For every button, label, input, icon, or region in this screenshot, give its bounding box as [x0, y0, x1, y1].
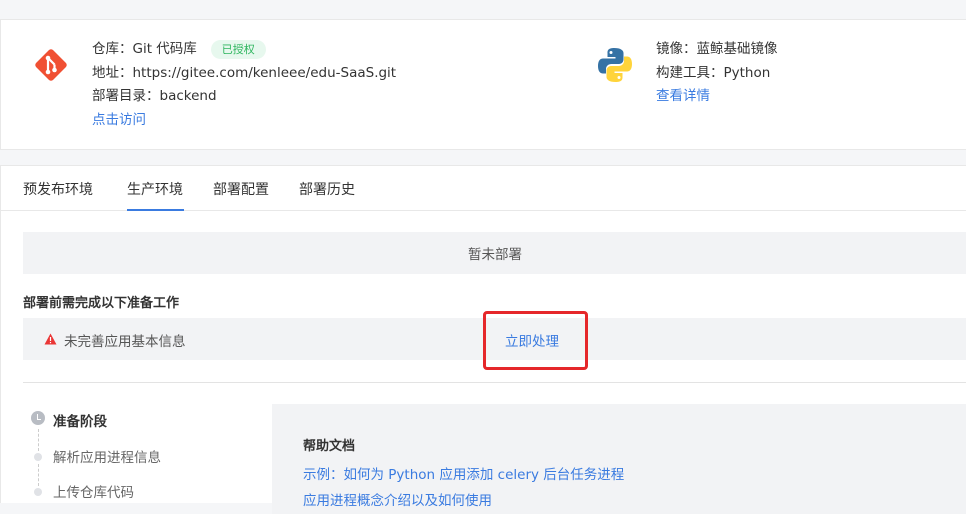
deploy-status-bar: 暂未部署 — [23, 232, 966, 274]
python-icon — [598, 48, 632, 82]
repo-info: 仓库：Git 代码库 已授权 地址：https://gitee.com/kenl… — [92, 38, 396, 132]
deploy-card: 预发布环境 生产环境 部署配置 部署历史 暂未部署 部署前需完成以下准备工作 未… — [0, 165, 966, 514]
help-link-process-concept[interactable]: 应用进程概念介绍以及如何使用 — [303, 489, 492, 509]
step-dot — [34, 488, 42, 496]
image-info: 镜像：蓝鲸基础镜像 构建工具：Python 查看详情 — [656, 38, 778, 109]
tab-deploy-config[interactable]: 部署配置 — [213, 179, 269, 199]
tab-staging[interactable]: 预发布环境 — [23, 179, 93, 199]
tab-deploy-history[interactable]: 部署历史 — [299, 179, 355, 199]
mirror-label: 镜像：蓝鲸基础镜像 — [656, 41, 778, 57]
repo-label: 仓库：Git 代码库 — [92, 41, 197, 57]
git-icon — [35, 49, 67, 81]
deploy-status-text: 暂未部署 — [468, 247, 522, 263]
help-title: 帮助文档 — [303, 439, 356, 454]
view-details-link[interactable]: 查看详情 — [656, 85, 778, 109]
help-panel: 帮助文档 示例：如何为 Python 应用添加 celery 后台任务进程 应用… — [272, 404, 966, 514]
prep-title: 部署前需完成以下准备工作 — [23, 296, 180, 311]
help-link-celery[interactable]: 示例：如何为 Python 应用添加 celery 后台任务进程 — [303, 463, 624, 483]
stage-title: 准备阶段 — [53, 414, 107, 430]
app-source-card: 仓库：Git 代码库 已授权 地址：https://gitee.com/kenl… — [0, 19, 966, 150]
step-item: 解析应用进程信息 — [53, 450, 161, 466]
step-connector — [38, 464, 39, 486]
env-tabs: 预发布环境 生产环境 部署配置 部署历史 — [1, 166, 966, 211]
tab-production[interactable]: 生产环境 — [127, 179, 183, 199]
divider — [23, 382, 966, 383]
step-connector — [38, 429, 39, 451]
warning-icon — [44, 333, 57, 345]
authorized-badge: 已授权 — [210, 40, 266, 60]
visit-link[interactable]: 点击访问 — [92, 109, 146, 133]
clock-icon — [31, 411, 45, 425]
step-item: 上传仓库代码 — [53, 485, 134, 501]
build-tool-label: 构建工具：Python — [656, 64, 771, 81]
deploy-directory: 部署目录：backend — [92, 88, 217, 104]
active-tab-indicator — [127, 209, 184, 211]
step-dot — [34, 453, 42, 461]
todo-text: 未完善应用基本信息 — [64, 334, 186, 350]
repo-address: 地址：https://gitee.com/kenleee/edu-SaaS.gi… — [92, 64, 397, 81]
highlight-box — [483, 311, 588, 370]
